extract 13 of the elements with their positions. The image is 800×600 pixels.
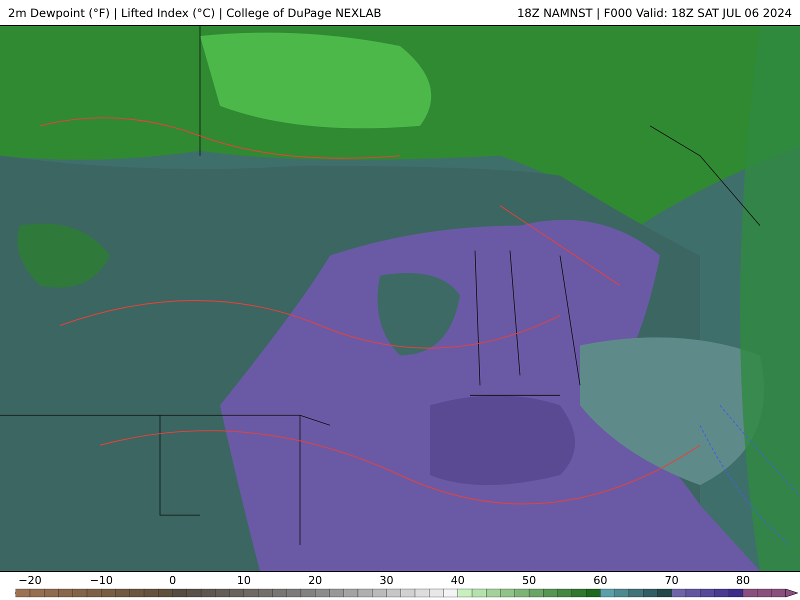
scale-tick-label: 10 (236, 574, 251, 587)
map-title: 2m Dewpoint (°F) | Lifted Index (°C) | College of DuPage NEXLAB (8, 6, 382, 20)
scale-tick-label: 80 (736, 574, 750, 587)
scale-tick-label: −20 (18, 574, 42, 587)
scale-tick-label: 30 (380, 574, 394, 587)
scale-tick-label: 0 (169, 574, 176, 587)
scale-tick-label: 20 (308, 574, 322, 587)
scale-tick-label: 50 (522, 574, 536, 587)
scale-tick-label: 40 (450, 574, 465, 587)
scale-tick-label: 70 (664, 574, 679, 587)
scale-tick-label: 60 (593, 574, 608, 587)
model-run-label: 18Z NAMNST | F000 Valid: 18Z SAT JUL 06 2024 (517, 6, 792, 20)
scale-tick-label: −10 (90, 574, 113, 587)
